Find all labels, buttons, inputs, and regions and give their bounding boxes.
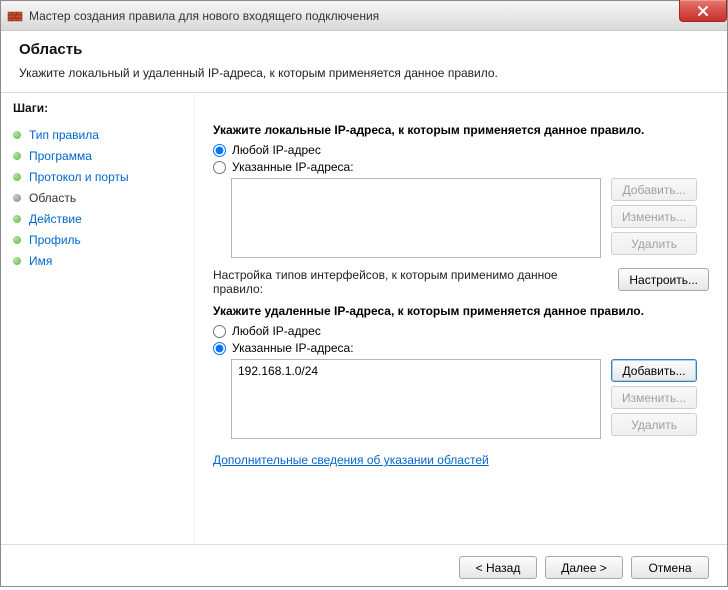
remote-radio-any-input[interactable]	[213, 325, 226, 338]
configure-interfaces-button[interactable]: Настроить...	[618, 268, 709, 291]
sidebar-step[interactable]: Протокол и порты	[13, 167, 182, 188]
remote-radio-specified-label: Указанные IP-адреса:	[232, 341, 354, 355]
step-bullet-icon	[13, 173, 21, 181]
sidebar-step-label[interactable]: Протокол и порты	[29, 170, 129, 184]
local-radio-specified[interactable]: Указанные IP-адреса:	[213, 160, 709, 174]
more-info-link[interactable]: Дополнительные сведения об указании обла…	[213, 453, 489, 467]
remote-delete-button[interactable]: Удалить	[611, 413, 697, 436]
cancel-button[interactable]: Отмена	[631, 556, 709, 579]
ip-list-item[interactable]: 192.168.1.0/24	[238, 364, 594, 378]
remote-ip-list[interactable]: 192.168.1.0/24	[231, 359, 601, 439]
local-radio-any[interactable]: Любой IP-адрес	[213, 143, 709, 157]
sidebar-step-label[interactable]: Действие	[29, 212, 82, 226]
local-ip-list[interactable]	[231, 178, 601, 258]
sidebar-step[interactable]: Программа	[13, 146, 182, 167]
sidebar-step-label[interactable]: Профиль	[29, 233, 81, 247]
sidebar-step[interactable]: Действие	[13, 209, 182, 230]
firewall-icon	[7, 8, 23, 24]
titlebar: Мастер создания правила для нового входя…	[1, 1, 727, 31]
step-bullet-icon	[13, 215, 21, 223]
step-bullet-icon	[13, 152, 21, 160]
local-edit-button[interactable]: Изменить...	[611, 205, 697, 228]
close-icon	[697, 6, 709, 16]
remote-add-button[interactable]: Добавить...	[611, 359, 697, 382]
local-heading: Укажите локальные IP-адреса, к которым п…	[213, 123, 709, 137]
local-radio-specified-input[interactable]	[213, 161, 226, 174]
steps-label: Шаги:	[13, 101, 182, 115]
sidebar-step[interactable]: Тип правила	[13, 125, 182, 146]
local-delete-button[interactable]: Удалить	[611, 232, 697, 255]
sidebar-step-label[interactable]: Имя	[29, 254, 52, 268]
remote-edit-button[interactable]: Изменить...	[611, 386, 697, 409]
wizard-footer: < Назад Далее > Отмена	[1, 544, 727, 590]
remote-radio-any[interactable]: Любой IP-адрес	[213, 324, 709, 338]
sidebar-step-label: Область	[29, 191, 76, 205]
remote-radio-specified-input[interactable]	[213, 342, 226, 355]
remote-heading: Укажите удаленные IP-адреса, к которым п…	[213, 304, 709, 318]
local-add-button[interactable]: Добавить...	[611, 178, 697, 201]
page-header: Область Укажите локальный и удаленный IP…	[1, 31, 727, 93]
close-button[interactable]	[679, 0, 727, 22]
step-bullet-icon	[13, 236, 21, 244]
step-bullet-icon	[13, 257, 21, 265]
local-radio-any-input[interactable]	[213, 144, 226, 157]
step-bullet-icon	[13, 194, 21, 202]
main-panel: Укажите локальные IP-адреса, к которым п…	[195, 93, 727, 544]
sidebar-step-label[interactable]: Программа	[29, 149, 92, 163]
remote-radio-any-label: Любой IP-адрес	[232, 324, 321, 338]
window-title: Мастер создания правила для нового входя…	[29, 9, 379, 23]
sidebar-step-label[interactable]: Тип правила	[29, 128, 99, 142]
interface-types-text: Настройка типов интерфейсов, к которым п…	[213, 268, 618, 296]
steps-sidebar: Шаги: Тип правила Программа Протокол и пор…	[1, 93, 195, 544]
next-button[interactable]: Далее >	[545, 556, 623, 579]
page-subtitle: Укажите локальный и удаленный IP-адреса,…	[19, 66, 709, 80]
sidebar-step[interactable]: Профиль	[13, 230, 182, 251]
local-radio-any-label: Любой IP-адрес	[232, 143, 321, 157]
remote-radio-specified[interactable]: Указанные IP-адреса:	[213, 341, 709, 355]
back-button[interactable]: < Назад	[459, 556, 537, 579]
page-title: Область	[19, 41, 709, 58]
local-radio-specified-label: Указанные IP-адреса:	[232, 160, 354, 174]
step-bullet-icon	[13, 131, 21, 139]
sidebar-step: Область	[13, 188, 182, 209]
sidebar-step[interactable]: Имя	[13, 251, 182, 272]
